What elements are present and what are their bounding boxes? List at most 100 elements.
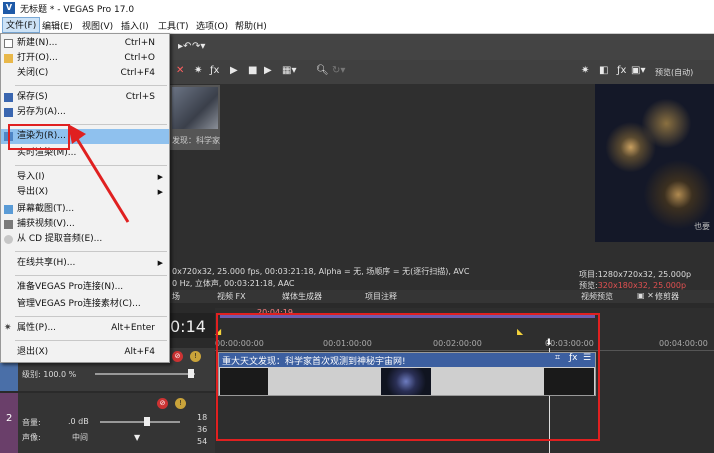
menu-bar: 文件(F) 编辑(E) 视图(V) 插入(I) 工具(T) 选项(O) 帮助(H… [0, 17, 714, 34]
menu-item-label: 从 CD 提取音频(E)... [17, 234, 103, 244]
tab-video-fx[interactable]: 视频 FX [217, 291, 246, 302]
tab-video-preview[interactable]: 视频预览 [581, 291, 613, 302]
thumbnail-caption: 发现：科学家 [172, 136, 220, 145]
ruler-tick: 00:04:00:00 [659, 339, 708, 348]
title-bar: V 无标题 * - VEGAS Pro 17.0 [0, 0, 714, 17]
fx-icon[interactable]: ƒx [210, 65, 219, 76]
solo-icon[interactable]: ! [190, 351, 201, 362]
level-slider-track[interactable] [95, 373, 195, 375]
scale-54: 54 [197, 437, 208, 446]
app-logo-icon: V [3, 2, 15, 14]
refresh-icon[interactable]: ↻▾ [332, 65, 345, 76]
menu-edit[interactable]: 编辑(E) [42, 19, 73, 32]
volume-slider-track[interactable] [100, 421, 180, 423]
preview-toolbar: ✷ ◧ ƒx ▣▾ 预览(自动) [575, 60, 714, 84]
overlay-icon[interactable]: ▣▾ [631, 65, 645, 76]
submenu-arrow-icon: ▶ [157, 259, 163, 267]
menu-item-open[interactable]: 打开(O)... Ctrl+O [1, 51, 169, 66]
menu-separator [15, 85, 167, 86]
menu-item-label: 导入(I) [17, 172, 45, 182]
menu-item-prepare-connect[interactable]: 准备VEGAS Pro连接(N)... [1, 280, 169, 295]
submenu-arrow-icon: ▶ [157, 173, 163, 181]
tab-media-generators[interactable]: 媒体生成器 [282, 291, 322, 302]
preview-watermark: 也要 [694, 222, 710, 231]
menu-item-extract-cd-audio[interactable]: 从 CD 提取音频(E)... [1, 232, 169, 247]
menu-tools[interactable]: 工具(T) [158, 19, 189, 32]
menu-insert[interactable]: 插入(I) [121, 19, 149, 32]
menu-file[interactable]: 文件(F) [2, 17, 41, 33]
annotation-timeline-box [216, 313, 600, 441]
volume-slider-thumb[interactable] [144, 417, 150, 426]
preview-label: 预览: [579, 281, 598, 290]
menu-item-new[interactable]: 新建(N)... Ctrl+N [1, 36, 169, 51]
split-screen-icon[interactable]: ◧ [599, 65, 608, 76]
mute-icon[interactable]: ⊘ [157, 398, 168, 409]
menu-item-label: 管理VEGAS Pro连接素材(C)... [17, 299, 141, 309]
level-slider-thumb[interactable] [188, 369, 194, 378]
project-value: 1280x720x32, 25.000p [597, 270, 692, 279]
window-title: 无标题 * - VEGAS Pro 17.0 [20, 5, 135, 15]
redo-icon[interactable]: ↷▾ [192, 41, 205, 52]
preview-quality-select[interactable]: 预览(自动) [655, 67, 693, 78]
preview-value: 320x180x32, 25.000p [597, 281, 687, 290]
menu-item-shortcut: Ctrl+N [124, 38, 155, 48]
menu-item-properties[interactable]: ✷ 属性(P)... Alt+Enter [1, 321, 169, 336]
menu-item-shortcut: Alt+F4 [124, 347, 155, 357]
thumbnail-image [172, 87, 218, 129]
pan-value: 中间 [72, 433, 88, 442]
gear-icon[interactable]: ✷ [581, 65, 589, 76]
tab-trimmer[interactable]: 修剪器 [655, 291, 679, 302]
media-thumbnail[interactable]: 发现：科学家 [170, 85, 220, 150]
autoplay-icon[interactable]: ▶ [264, 65, 272, 76]
menu-item-label: 新建(N)... [17, 38, 58, 48]
menu-item-exit[interactable]: 退出(X) Alt+F4 [1, 345, 169, 360]
menu-item-save-as[interactable]: 另存为(A)... [1, 105, 169, 120]
undo-icon[interactable]: ▸↶ [178, 41, 191, 52]
arrow-shaft [72, 133, 130, 223]
gear-icon[interactable]: ✷ [194, 65, 202, 76]
view-icon[interactable]: ▦▾ [282, 65, 296, 76]
submenu-arrow-icon: ▶ [157, 188, 163, 196]
project-media-panel: ✕ ✷ ƒx ▶ ■ ▶ ▦▾ 🔍︎ ↻▾ 发现：科学家 0x720x32, 2… [170, 60, 575, 290]
folder-icon [4, 54, 13, 63]
preview-tab-controls[interactable]: ▣ ✕ [637, 291, 654, 300]
pan-label: 声像: [22, 433, 41, 442]
menu-item-shortcut: Ctrl+O [124, 53, 155, 63]
menu-separator [15, 340, 167, 341]
time-display: 0:14 [170, 317, 206, 336]
menu-item-shortcut: Alt+Enter [111, 323, 155, 333]
tab-scene[interactable]: 场 [172, 291, 180, 302]
cd-icon [4, 235, 13, 244]
menu-options[interactable]: 选项(O) [196, 19, 228, 32]
menu-item-label: 打开(O)... [17, 53, 58, 63]
menu-item-close[interactable]: 关闭(C) Ctrl+F4 [1, 66, 169, 81]
solo-icon[interactable]: ! [175, 398, 186, 409]
remove-icon[interactable]: ✕ [176, 65, 184, 76]
scale-18: 18 [197, 413, 208, 422]
stop-icon[interactable]: ■ [248, 65, 257, 76]
menu-view[interactable]: 视图(V) [82, 19, 113, 32]
menu-item-label: 准备VEGAS Pro连接(N)... [17, 282, 124, 292]
pan-slider-thumb[interactable]: ▼ [134, 433, 140, 442]
menu-item-share-online[interactable]: 在线共享(H)... ▶ [1, 256, 169, 271]
new-file-icon [4, 39, 13, 48]
menu-help[interactable]: 帮助(H) [235, 19, 267, 32]
volume-value: .0 dB [68, 417, 89, 426]
menu-item-save[interactable]: 保存(S) Ctrl+S [1, 90, 169, 105]
menu-item-label: 属性(P)... [17, 323, 57, 333]
save-icon [4, 93, 13, 102]
menu-item-label: 退出(X) [17, 347, 49, 357]
project-label: 项目: [579, 270, 598, 279]
mute-icon[interactable]: ⊘ [172, 351, 183, 362]
volume-label: 音量: [22, 418, 41, 427]
menu-item-label: 关闭(C) [17, 68, 49, 78]
tab-project-notes[interactable]: 项目注释 [365, 291, 397, 302]
menu-item-manage-connect[interactable]: 管理VEGAS Pro连接素材(C)... [1, 297, 169, 312]
play-icon[interactable]: ▶ [230, 65, 238, 76]
annotation-arrow [68, 124, 130, 223]
menu-item-shortcut: Ctrl+F4 [120, 68, 155, 78]
audio-track-header: 2 ⊘ ! 音量: .0 dB 声像: 中间 ▼ [0, 393, 215, 453]
fx-icon[interactable]: ƒx [617, 65, 626, 76]
menu-separator [15, 316, 167, 317]
zoom-icon[interactable]: 🔍︎ [316, 65, 329, 76]
